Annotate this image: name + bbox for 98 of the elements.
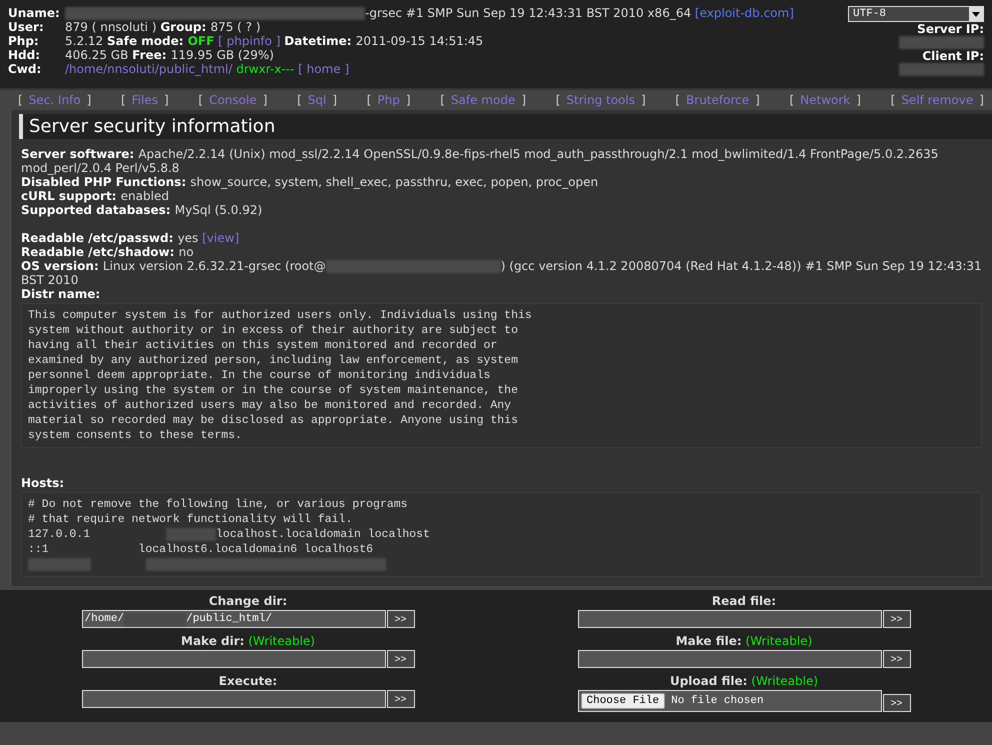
nav-link[interactable]: Network [800,93,850,107]
bracket-text: ] [262,93,268,107]
value-text: 5.2.12 [65,34,104,48]
bracket-text: ] [86,93,92,107]
submit-button[interactable]: >> [882,610,910,628]
permission-text: drwxr-x--- [236,62,294,76]
info-line: Supported databases: MySql (5.0.92) [21,203,264,217]
hosts-line: # Do not remove the following line, or various programs [28,498,408,512]
nav-link[interactable]: Sql [308,93,326,107]
bracket-text: [ [675,93,680,107]
info-line: Readable /etc/shadow: no [21,245,195,259]
nav-link[interactable]: Bruteforce [686,93,750,107]
label-text: Datetime: [284,34,353,48]
link[interactable]: [ phpinfo ] [214,34,284,48]
choose-file-button[interactable]: Choose File [580,693,666,709]
label-text: Make dir: [181,634,244,648]
link[interactable]: /home/nnsoluti/public_html/ [65,62,236,76]
submit-button[interactable]: >> [386,690,414,708]
input-field[interactable] [82,650,386,668]
label-text: Execute: [218,674,278,688]
bracket-text: ] [164,93,169,107]
label-text: Hosts: [21,476,64,490]
bracket-text: [ [18,93,23,107]
label-text: User: [8,20,45,34]
label-text: Free: [132,48,168,62]
input-field[interactable] [578,650,882,668]
label-text: Cwd: [8,62,42,76]
nav-link[interactable]: Console [209,93,257,107]
label-text: Uname: [8,6,61,20]
info-line: Readable /etc/passwd: yes [view] [21,231,240,245]
bracket-text: [ [890,93,896,107]
label-text: Safe mode: [106,34,185,48]
nav-link[interactable]: Files [132,93,158,107]
nav-link[interactable]: Php [377,93,400,107]
link[interactable]: [exploit-db.com] [694,6,794,20]
input-field[interactable] [82,690,386,708]
value-text: 879 ( nnsoluti ) [65,20,158,34]
label-text: Client IP: [922,49,984,63]
nav-link[interactable]: String tools [566,93,635,107]
bracket-text: ] [755,93,760,107]
bracket-text: [ [198,93,204,107]
bracket-text: [ [297,93,302,107]
bracket-text: ] [406,93,411,107]
hosts-line: 127.0.0.1 [28,528,92,542]
label-text: Php: [8,34,40,48]
nav-link[interactable]: Safe mode [450,93,516,107]
submit-button[interactable]: >> [882,694,910,712]
value-text: 2011-09-15 14:51:45 [356,34,484,48]
info-line: Disabled PHP Functions: show_source, system, shell_exec, passthru, exec, popen, proc_open [21,175,600,189]
bracket-text: [ [556,93,560,107]
redacted-block [28,558,91,571]
section-title: Server security information [19,114,992,139]
bracket-text: ] [640,93,646,107]
submit-button[interactable]: >> [386,610,414,628]
charset-select[interactable]: UTF-8 [848,6,984,22]
label-text: Make file: [676,634,742,648]
value-text: 119.95 GB (29%) [170,48,274,62]
bracket-text: [ [120,93,126,107]
info-line: Distr name: [21,287,102,302]
value-text: 406.25 GB [65,48,130,62]
label-text: Upload file: [670,674,748,688]
status-text: (Writeable) [247,634,315,648]
status-text: (Writeable) [750,674,818,688]
bracket-text: ] [332,93,338,107]
bracket-text: ] [856,93,861,107]
input-field[interactable] [578,610,882,628]
redacted-block [124,612,186,626]
label-text: Hdd: [8,48,42,62]
link[interactable]: [view] [202,231,240,245]
label-text: Read file: [712,594,776,608]
bracket-text: [ [440,93,445,107]
label-text: Group: [160,20,208,34]
bracket-text: ] [521,93,526,107]
nav-link[interactable]: Self remove [901,93,974,107]
caret-icon [969,7,983,21]
input-field[interactable]: /home/ /public_html/ [82,610,386,628]
file-input[interactable]: Choose File No file chosen [578,690,882,712]
hosts-line: ::1 localhost6.localdomain6 localhost6 [28,543,374,556]
label-text: Server IP: [917,22,984,36]
info-line: cURL support: enabled [21,189,170,203]
submit-button[interactable]: >> [882,650,910,668]
label-text: Change dir: [208,594,288,608]
submit-button[interactable]: >> [386,650,414,668]
hosts-line: # that require network functionality will fail. [28,513,352,526]
bracket-text: [ [789,93,794,107]
bracket-text: ] [979,93,984,107]
value-text: -grsec #1 SMP Sun Sep 19 12:43:31 BST 2010 x86_64 [365,6,692,20]
nav-link[interactable]: Sec. Info [28,93,81,107]
info-line: OS version: Linux version 2.6.32.21-grsec (root@ ) (gcc version 4.1.2 20080704 (Red Hat 4.1.2-48)) #1 SMP Sun Sep 19 12:43:31 BST 2010 [21,259,982,288]
distr-text: This computer system is for authorized users only. Individuals using this system without authority or in excess of their authority are subject to having all their activities on this system monitored and recorded or examined by any authorized person, including law enforcement, as system personnel deem appropriate. In the course of monitoring individuals improperly using the system or in the course of system maintenance, the activities of authorized users may also be monitored and recorded. Any material so recorded may be disclosed as appropriate. Anyone using this system consents to these terms. [21,303,982,448]
status-text: OFF [188,34,214,48]
bracket-text: [ [366,93,372,107]
link[interactable]: [ home ] [294,62,350,76]
value-text: 875 ( ? ) [210,20,261,34]
status-text: (Writeable) [744,634,812,648]
file-status: No file chosen [671,695,764,707]
redacted-block [166,528,216,541]
hosts-line: localhost.localdomain localhost [216,528,430,542]
